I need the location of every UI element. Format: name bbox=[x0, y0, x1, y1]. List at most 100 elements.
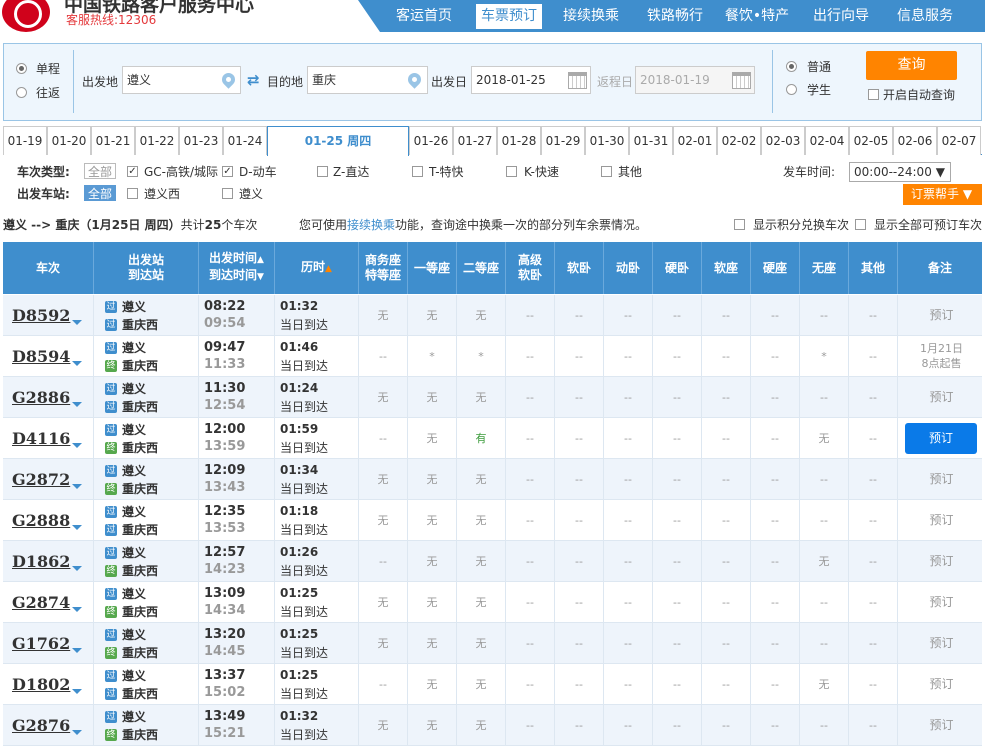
seat-availability: 无 bbox=[800, 541, 849, 582]
to-station: 重庆西 bbox=[122, 400, 159, 414]
date-tab[interactable]: 01-24 bbox=[223, 126, 267, 155]
train-number-link[interactable]: D8594 bbox=[12, 347, 70, 366]
train-number-link[interactable]: G1762 bbox=[12, 634, 70, 653]
caret-down-icon[interactable] bbox=[72, 443, 82, 448]
type-d-checkbox[interactable]: ✓ bbox=[222, 166, 233, 177]
date-tab[interactable]: 02-04 bbox=[805, 126, 849, 155]
seat-availability: -- bbox=[555, 377, 604, 418]
date-tab[interactable]: 01-20 bbox=[47, 126, 91, 155]
station-all-button[interactable]: 全部 bbox=[84, 185, 117, 201]
nav-info[interactable]: 信息服务 bbox=[892, 4, 958, 29]
date-tab[interactable]: 01-26 bbox=[409, 126, 453, 155]
caret-down-icon[interactable] bbox=[72, 402, 82, 407]
station-zunyixi-checkbox[interactable] bbox=[127, 188, 138, 199]
nav-ticket-booking[interactable]: 车票预订 bbox=[476, 4, 542, 29]
train-number-link[interactable]: D1802 bbox=[12, 675, 70, 694]
book-button-disabled[interactable]: 预订 bbox=[901, 664, 982, 705]
book-button[interactable]: 预订 bbox=[905, 423, 977, 454]
duration: 01:34 bbox=[280, 463, 319, 477]
date-tab[interactable]: 01-31 bbox=[629, 126, 673, 155]
date-tab[interactable]: 01-22 bbox=[135, 126, 179, 155]
col-time[interactable]: 出发时间▲ 到达时间▼ bbox=[199, 242, 275, 294]
date-tab[interactable]: 02-06 bbox=[893, 126, 937, 155]
col-duration[interactable]: 历时▲ bbox=[275, 242, 359, 294]
caret-down-icon[interactable] bbox=[72, 525, 82, 530]
nav-transfer[interactable]: 接续换乘 bbox=[558, 4, 624, 29]
type-all-button[interactable]: 全部 bbox=[84, 163, 117, 179]
train-number-link[interactable]: D1862 bbox=[12, 552, 70, 571]
caret-down-icon[interactable] bbox=[72, 484, 82, 489]
train-number-link[interactable]: G2874 bbox=[12, 593, 70, 612]
date-tab[interactable]: 01-23 bbox=[179, 126, 223, 155]
train-number-link[interactable]: G2888 bbox=[12, 511, 70, 530]
caret-down-icon[interactable] bbox=[72, 730, 82, 735]
date-tab[interactable]: 01-29 bbox=[541, 126, 585, 155]
date-tab[interactable]: 02-03 bbox=[761, 126, 805, 155]
caret-down-icon[interactable] bbox=[72, 566, 82, 571]
normal-radio[interactable] bbox=[786, 61, 797, 72]
nav-guide[interactable]: 出行向导 bbox=[808, 4, 874, 29]
oneway-radio[interactable] bbox=[16, 63, 27, 74]
calendar-icon[interactable] bbox=[568, 72, 587, 89]
all-bookable-checkbox[interactable] bbox=[855, 219, 866, 230]
train-number-link[interactable]: G2872 bbox=[12, 470, 70, 489]
train-number-link[interactable]: D4116 bbox=[12, 429, 70, 448]
seat-availability: -- bbox=[849, 705, 898, 746]
caret-down-icon[interactable] bbox=[72, 320, 82, 325]
col-hard-seat: 硬座 bbox=[751, 242, 800, 294]
date-tab[interactable]: 01-28 bbox=[497, 126, 541, 155]
seat-availability: -- bbox=[751, 623, 800, 664]
type-k-checkbox[interactable] bbox=[506, 166, 517, 177]
date-tab[interactable]: 01-27 bbox=[453, 126, 497, 155]
book-button-disabled[interactable]: 预订 bbox=[901, 295, 982, 336]
swap-icon[interactable]: ⇄ bbox=[247, 71, 260, 89]
type-t-checkbox[interactable] bbox=[412, 166, 423, 177]
date-tab[interactable]: 01-30 bbox=[585, 126, 629, 155]
train-number-link[interactable]: D8592 bbox=[12, 306, 70, 325]
nav-food[interactable]: 餐饮•特产 bbox=[724, 4, 790, 29]
book-button-disabled[interactable]: 预订 bbox=[901, 500, 982, 541]
roundtrip-radio[interactable] bbox=[16, 87, 27, 98]
date-tab[interactable]: 02-05 bbox=[849, 126, 893, 155]
book-button-disabled[interactable]: 预订 bbox=[901, 582, 982, 623]
caret-down-icon[interactable] bbox=[72, 361, 82, 366]
nav-railway[interactable]: 铁路畅行 bbox=[642, 4, 708, 29]
time-select[interactable]: 00:00--24:00 ▼ bbox=[849, 162, 951, 182]
book-button-disabled[interactable]: 预订 bbox=[901, 377, 982, 418]
type-gc-checkbox[interactable]: ✓ bbox=[127, 166, 138, 177]
caret-down-icon[interactable] bbox=[72, 648, 82, 653]
date-tab[interactable]: 02-02 bbox=[717, 126, 761, 155]
booking-helper-button[interactable]: 订票帮手 ▼ bbox=[903, 184, 982, 205]
station-zunyi-label: 遵义 bbox=[239, 187, 264, 201]
book-button-disabled[interactable]: 预订 bbox=[901, 541, 982, 582]
pass-station-icon: 过 bbox=[105, 547, 117, 559]
type-z-checkbox[interactable] bbox=[317, 166, 328, 177]
arrive-time: 15:02 bbox=[204, 685, 246, 700]
arrival-day: 当日到达 bbox=[280, 359, 329, 373]
seat-availability: -- bbox=[751, 377, 800, 418]
book-button-disabled[interactable]: 预订 bbox=[901, 623, 982, 664]
date-tab[interactable]: 02-01 bbox=[673, 126, 717, 155]
date-tab[interactable]: 01-25 周四 bbox=[267, 126, 409, 156]
student-radio[interactable] bbox=[786, 84, 797, 95]
date-tab[interactable]: 01-19 bbox=[3, 126, 47, 155]
autoquery-checkbox[interactable] bbox=[868, 89, 879, 100]
book-button-disabled[interactable]: 预订 bbox=[901, 705, 982, 746]
roundtrip-label: 往返 bbox=[36, 86, 61, 100]
type-other-checkbox[interactable] bbox=[601, 166, 612, 177]
pass-station-icon: 过 bbox=[105, 711, 117, 723]
book-button-disabled[interactable]: 预订 bbox=[901, 459, 982, 500]
caret-down-icon[interactable] bbox=[72, 689, 82, 694]
depart-time: 12:09 bbox=[204, 463, 246, 478]
search-button[interactable]: 查询 bbox=[866, 51, 957, 80]
points-checkbox[interactable] bbox=[734, 219, 745, 230]
transfer-link[interactable]: 接续换乘 bbox=[347, 218, 395, 232]
nav-home[interactable]: 客运首页 bbox=[392, 4, 456, 29]
date-tab[interactable]: 02-07 bbox=[937, 126, 981, 155]
caret-down-icon[interactable] bbox=[72, 607, 82, 612]
station-zunyi-checkbox[interactable] bbox=[222, 188, 233, 199]
train-number-link[interactable]: G2876 bbox=[12, 716, 70, 735]
train-number-link[interactable]: G2886 bbox=[12, 388, 70, 407]
calendar-icon[interactable] bbox=[732, 72, 751, 89]
date-tab[interactable]: 01-21 bbox=[91, 126, 135, 155]
